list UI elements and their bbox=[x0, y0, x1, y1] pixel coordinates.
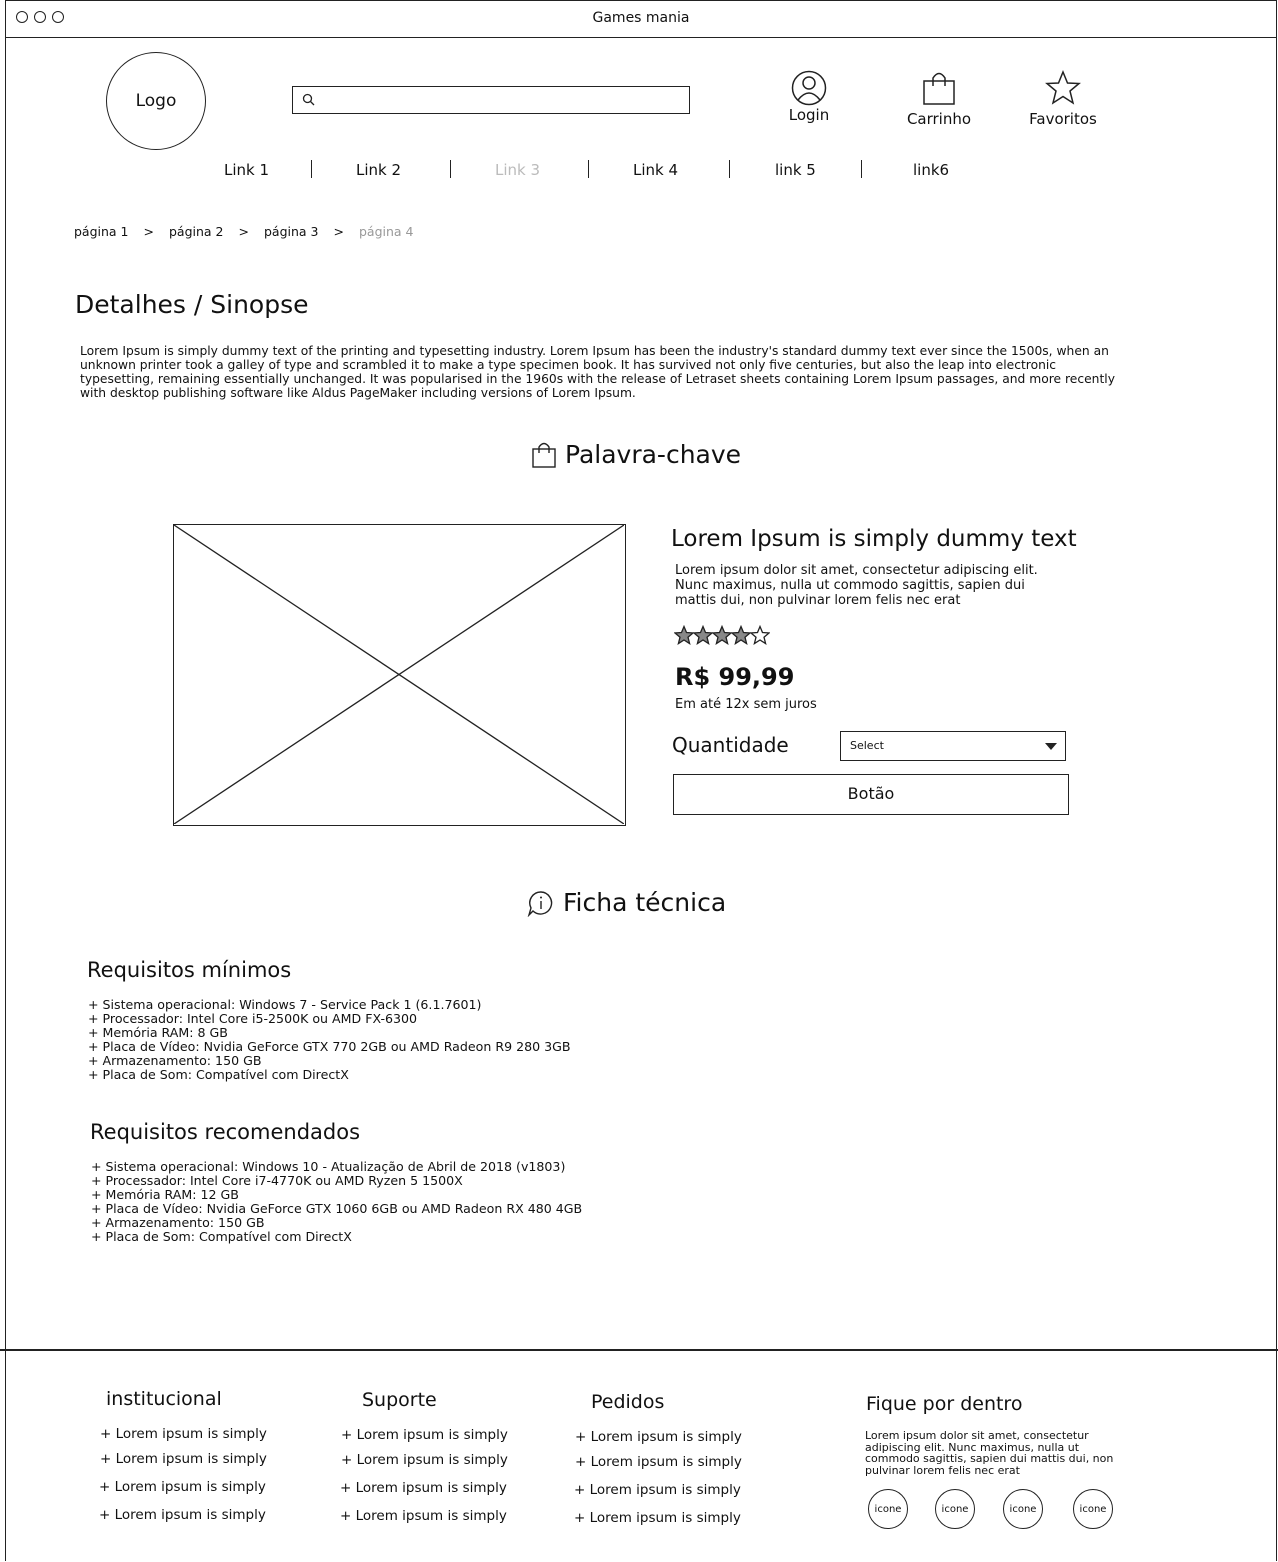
footer-link[interactable]: + Lorem ipsum is simply bbox=[340, 1480, 507, 1496]
window-title: Games mania bbox=[592, 10, 690, 26]
product-price: R$ 99,99 bbox=[675, 663, 795, 691]
user-icon bbox=[791, 70, 827, 106]
newsletter-text: Lorem ipsum dolor sit amet, consectetur … bbox=[865, 1429, 1114, 1477]
social-icon[interactable]: icone bbox=[935, 1489, 975, 1529]
rating-stars[interactable] bbox=[674, 625, 770, 645]
info-icon bbox=[527, 890, 553, 917]
footer-link[interactable]: + Lorem ipsum is simply bbox=[574, 1482, 741, 1498]
quantity-label: Quantidade bbox=[672, 733, 789, 757]
footer-column-title: institucional bbox=[106, 1388, 222, 1410]
list-item: + Placa de Vídeo: Nvidia GeForce GTX 106… bbox=[91, 1201, 583, 1216]
quantity-select-value: Select bbox=[850, 739, 884, 752]
installments-text: Em até 12x sem juros bbox=[675, 697, 817, 712]
nav-link-5[interactable]: link 5 bbox=[775, 161, 816, 179]
nav-divider bbox=[729, 160, 730, 178]
list-item: + Placa de Som: Compatível com DirectX bbox=[91, 1229, 352, 1244]
details-text: Lorem Ipsum is simply dummy text of the … bbox=[80, 344, 1115, 400]
shopping-bag-icon bbox=[532, 442, 556, 468]
list-item: + Sistema operacional: Windows 10 - Atua… bbox=[91, 1159, 566, 1174]
star-filled-icon[interactable] bbox=[693, 625, 713, 645]
min-requirements-list: + Sistema operacional: Windows 7 - Servi… bbox=[88, 998, 571, 1082]
nav-divider bbox=[588, 160, 589, 178]
cart-button[interactable]: Carrinho bbox=[898, 70, 980, 128]
search-input[interactable] bbox=[292, 86, 690, 114]
specs-heading: Ficha técnica bbox=[527, 888, 726, 917]
footer-link[interactable]: + Lorem ipsum is simply bbox=[100, 1426, 267, 1442]
list-item: + Processador: Intel Core i5-2500K ou AM… bbox=[88, 1011, 418, 1026]
footer-link[interactable]: + Lorem ipsum is simply bbox=[100, 1451, 267, 1467]
product-description: Lorem ipsum dolor sit amet, consectetur … bbox=[675, 563, 1038, 608]
quantity-select[interactable]: Select bbox=[840, 731, 1066, 761]
breadcrumb-separator: > bbox=[238, 224, 249, 239]
social-icon[interactable]: icone bbox=[1073, 1489, 1113, 1529]
list-item: + Armazenamento: 150 GB bbox=[91, 1215, 265, 1230]
footer-column-title: Suporte bbox=[362, 1389, 437, 1411]
star-filled-icon[interactable] bbox=[674, 625, 694, 645]
list-item: + Memória RAM: 8 GB bbox=[88, 1025, 228, 1040]
footer-link[interactable]: + Lorem ipsum is simply bbox=[575, 1429, 742, 1445]
star-icon bbox=[1045, 70, 1081, 105]
logo[interactable]: Logo bbox=[106, 52, 206, 150]
footer-divider bbox=[0, 1349, 1278, 1351]
breadcrumb-item[interactable]: página 1 bbox=[74, 224, 129, 239]
star-empty-icon[interactable] bbox=[750, 625, 770, 645]
buy-button[interactable]: Botão bbox=[673, 774, 1069, 815]
footer-column-title: Pedidos bbox=[591, 1391, 665, 1413]
favorites-button[interactable]: Favoritos bbox=[1020, 70, 1106, 128]
footer-link[interactable]: + Lorem ipsum is simply bbox=[574, 1510, 741, 1526]
image-placeholder-cross bbox=[174, 525, 624, 824]
search-icon bbox=[302, 93, 315, 106]
nav-link-3[interactable]: Link 3 bbox=[495, 161, 540, 179]
login-label: Login bbox=[788, 106, 830, 124]
details-title: Detalhes / Sinopse bbox=[75, 290, 309, 319]
social-icon[interactable]: icone bbox=[868, 1489, 908, 1529]
list-item: + Memória RAM: 12 GB bbox=[91, 1187, 239, 1202]
login-button[interactable]: Login bbox=[779, 70, 839, 124]
specs-title: Ficha técnica bbox=[563, 888, 727, 917]
favorites-label: Favoritos bbox=[1029, 110, 1097, 128]
keyword-heading: Palavra-chave bbox=[531, 440, 741, 469]
breadcrumb-item[interactable]: página 2 bbox=[169, 224, 224, 239]
star-filled-icon[interactable] bbox=[731, 625, 751, 645]
star-filled-icon[interactable] bbox=[712, 625, 732, 645]
rec-requirements-title: Requisitos recomendados bbox=[90, 1120, 361, 1144]
footer-link[interactable]: + Lorem ipsum is simply bbox=[340, 1508, 507, 1524]
social-icon[interactable]: icone bbox=[1003, 1489, 1043, 1529]
nav-divider bbox=[311, 160, 312, 178]
chevron-down-icon bbox=[1045, 743, 1057, 750]
footer-link[interactable]: + Lorem ipsum is simply bbox=[341, 1452, 508, 1468]
product-title: Lorem Ipsum is simply dummy text bbox=[671, 526, 1077, 552]
list-item: + Placa de Vídeo: Nvidia GeForce GTX 770… bbox=[88, 1039, 571, 1054]
title-bar: Games mania bbox=[6, 1, 1276, 38]
list-item: + Armazenamento: 150 GB bbox=[88, 1053, 262, 1068]
footer-link[interactable]: + Lorem ipsum is simply bbox=[575, 1454, 742, 1470]
footer-link[interactable]: + Lorem ipsum is simply bbox=[99, 1479, 266, 1495]
list-item: + Sistema operacional: Windows 7 - Servi… bbox=[88, 997, 482, 1012]
cart-label: Carrinho bbox=[906, 110, 972, 128]
footer-link[interactable]: + Lorem ipsum is simply bbox=[341, 1427, 508, 1443]
product-image-placeholder bbox=[173, 524, 626, 826]
keyword-title: Palavra-chave bbox=[565, 440, 742, 469]
nav-link-1[interactable]: Link 1 bbox=[224, 161, 269, 179]
min-requirements-title: Requisitos mínimos bbox=[87, 958, 292, 982]
list-item: + Processador: Intel Core i7-4770K ou AM… bbox=[91, 1173, 463, 1188]
breadcrumb-separator: > bbox=[143, 224, 154, 239]
newsletter-title: Fique por dentro bbox=[866, 1393, 1023, 1415]
shopping-bag-icon bbox=[923, 72, 955, 105]
nav-link-2[interactable]: Link 2 bbox=[356, 161, 401, 179]
breadcrumb-separator: > bbox=[333, 224, 344, 239]
breadcrumb-current: página 4 bbox=[359, 224, 414, 239]
nav-divider bbox=[450, 160, 451, 178]
rec-requirements-list: + Sistema operacional: Windows 10 - Atua… bbox=[91, 1160, 582, 1244]
breadcrumb: página 1 > página 2 > página 3 > página … bbox=[74, 224, 414, 239]
nav-link-6[interactable]: link6 bbox=[913, 161, 949, 179]
list-item: + Placa de Som: Compatível com DirectX bbox=[88, 1067, 349, 1082]
nav-divider bbox=[861, 160, 862, 178]
breadcrumb-item[interactable]: página 3 bbox=[264, 224, 319, 239]
footer-link[interactable]: + Lorem ipsum is simply bbox=[99, 1507, 266, 1523]
nav-link-4[interactable]: Link 4 bbox=[633, 161, 678, 179]
